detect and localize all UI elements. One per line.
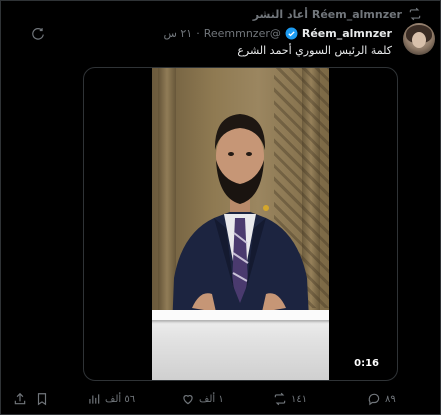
video-player[interactable]: 0:16 [83, 67, 398, 381]
bookmark-icon [37, 393, 47, 406]
reply-icon [368, 393, 380, 406]
reposts-count: ١٤١ [291, 393, 308, 405]
repost-indicator: Réem_almnzer أعاد النشر [253, 6, 422, 22]
repost-text[interactable]: Réem_almnzer أعاد النشر [253, 8, 402, 21]
views-button[interactable]: ٥٦ ألف [87, 389, 135, 409]
video-frame [152, 68, 329, 380]
bookmark-button[interactable] [35, 389, 49, 409]
author-handle[interactable]: @Reemmnzer [204, 27, 281, 40]
display-name[interactable]: Réem_almnzer [302, 27, 392, 40]
views-count: ٥٦ ألف [105, 393, 136, 405]
share-icon [14, 392, 26, 405]
likes-count: ١ ألف [199, 393, 224, 405]
grok-icon[interactable] [31, 26, 45, 40]
repost-icon [408, 7, 422, 21]
action-bar: ٥٦ ألف ١ ألف ١٤١ ٨٩ [1, 389, 441, 409]
tweet-header: Réem_almnzer @Reemmnzer · ٢١ س [163, 25, 392, 41]
heart-icon [183, 395, 193, 405]
reply-button[interactable]: ٨٩ [367, 389, 396, 409]
timestamp[interactable]: ٢١ س [163, 27, 192, 40]
repost-button[interactable]: ١٤١ [273, 389, 307, 409]
tweet-text: كلمة الرئيس السوري أحمد الشرع [237, 44, 392, 57]
views-icon [89, 394, 100, 404]
repost-icon [274, 392, 286, 406]
verified-badge-icon [285, 27, 298, 40]
replies-count: ٨٩ [385, 393, 396, 405]
avatar[interactable] [403, 23, 435, 55]
video-duration: 0:16 [350, 357, 383, 370]
podium [152, 310, 329, 380]
like-button[interactable]: ١ ألف [181, 389, 224, 409]
tweet-card[interactable]: Réem_almnzer أعاد النشر Réem_almnzer @Re… [0, 0, 441, 415]
share-button[interactable] [13, 389, 27, 409]
separator-dot: · [196, 26, 200, 40]
